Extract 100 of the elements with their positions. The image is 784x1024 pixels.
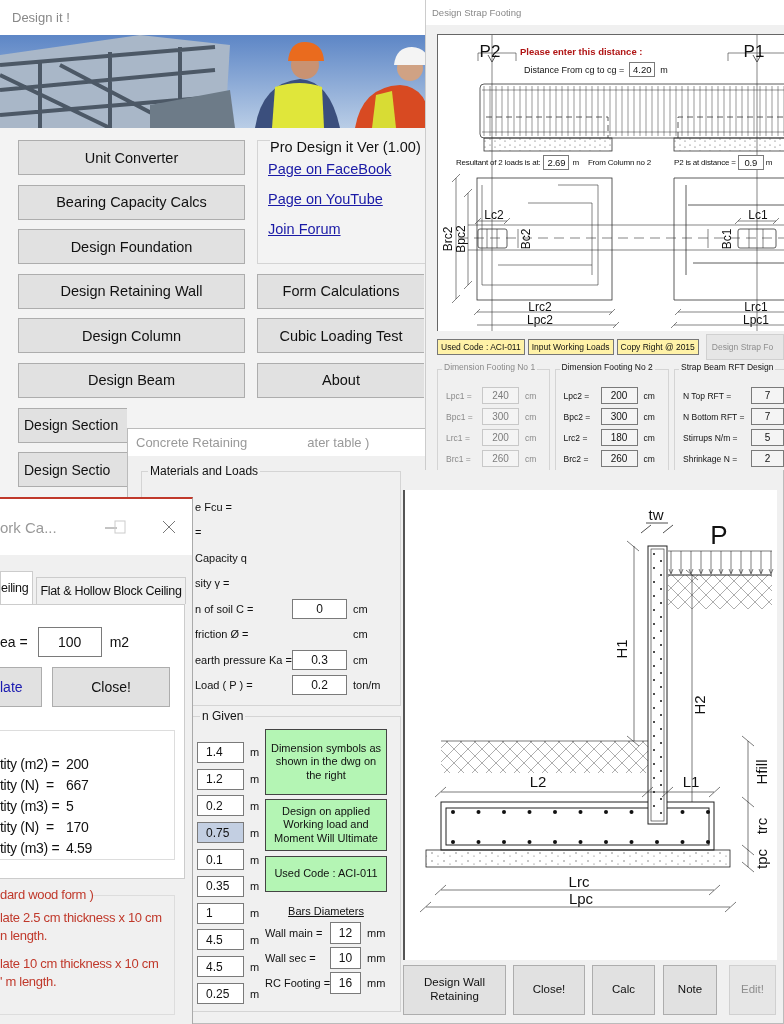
field-label: Stirrups N/m = xyxy=(682,432,739,443)
input-field[interactable]: 1.2 xyxy=(197,768,244,790)
input-field[interactable]: 7 xyxy=(751,408,784,425)
field-label: From Column no 2 xyxy=(587,158,651,167)
dimension-label: Lc2 xyxy=(484,208,504,222)
section-title: Bars Diameters xyxy=(288,905,364,917)
field-label: Brc2 = xyxy=(562,453,590,464)
menu-button[interactable]: Design Sectio xyxy=(18,452,127,488)
field-label: Capacity q xyxy=(195,551,248,564)
group-title: Dimension Footing No 1 xyxy=(442,362,538,372)
input-field[interactable]: 4.5 xyxy=(197,929,244,951)
field-label: Load ( P ) = xyxy=(195,679,254,692)
result-value: 5 xyxy=(66,797,74,814)
menu-button[interactable]: Design Section xyxy=(18,407,127,443)
load-label: P1 xyxy=(743,42,765,61)
unit-label: cm xyxy=(353,653,368,666)
field-label: = xyxy=(195,526,203,539)
tab[interactable]: Flat & Hollow Block Ceiling xyxy=(36,577,186,604)
unit-label: m xyxy=(250,880,260,893)
input-field[interactable]: 10 xyxy=(330,946,361,969)
input-field[interactable]: 1 xyxy=(197,902,244,924)
unit-label: m xyxy=(250,933,260,946)
input-field[interactable]: 300 xyxy=(600,408,638,425)
menu-button[interactable]: Design Foundation xyxy=(18,229,245,265)
result-label: tity (N) = xyxy=(0,818,55,835)
input-field[interactable]: 2 xyxy=(751,450,784,467)
menu-button[interactable]: Design Retaining Wall xyxy=(18,273,245,309)
input-field[interactable]: 0 xyxy=(292,598,347,619)
field-label: Lpc2 = xyxy=(562,390,591,401)
dimension-label: tw xyxy=(648,506,664,523)
input-field[interactable]: 0.2 xyxy=(292,675,347,696)
input-field[interactable]: 0.25 xyxy=(197,983,244,1005)
note-box: Used Code : ACI-011 xyxy=(265,856,387,892)
input-field[interactable]: 0.1 xyxy=(197,849,244,871)
result-label: tity (m3) = xyxy=(0,839,61,856)
tab[interactable]: eiling xyxy=(0,571,34,604)
field-label: Bpc1 = xyxy=(445,411,474,422)
input-field[interactable]: 0.3 xyxy=(292,649,347,670)
input-field[interactable]: 180 xyxy=(600,429,638,446)
field-label: e Fcu = xyxy=(195,500,233,513)
menu-button[interactable]: Form Calculations xyxy=(257,273,424,309)
link[interactable]: Join Forum xyxy=(268,221,341,237)
input-field[interactable]: 200 xyxy=(600,387,638,404)
input-field[interactable]: 0.9 xyxy=(737,155,764,170)
input-field[interactable]: 100 xyxy=(37,627,102,657)
field-label: RC Footing = xyxy=(265,976,330,989)
action-button[interactable]: late xyxy=(0,667,42,707)
input-field[interactable]: 7 xyxy=(751,387,784,404)
menu-button[interactable]: Design Beam xyxy=(18,362,245,398)
input-field[interactable]: 2.69 xyxy=(543,155,570,170)
unit-label: cm xyxy=(353,602,368,615)
dimension-label: trc xyxy=(753,817,770,835)
input-field[interactable]: 260 xyxy=(600,450,638,467)
group-title: n Given xyxy=(200,709,246,723)
unit-label: m xyxy=(250,907,260,920)
link[interactable]: Page on YouTube xyxy=(268,191,383,207)
group-title: Dimension Footing No 2 xyxy=(559,362,655,372)
menu-button[interactable]: Design Column xyxy=(18,318,245,354)
dimension-label: H2 xyxy=(691,695,708,715)
input-field[interactable]: 5 xyxy=(751,429,784,446)
load-label: P xyxy=(710,520,728,550)
dimension-label: tpc xyxy=(753,849,770,869)
unit-label: m xyxy=(250,800,260,812)
action-button[interactable]: Design Wall Retaining xyxy=(403,965,506,1015)
action-button[interactable]: Note xyxy=(663,965,717,1015)
dimension-label: Lpc xyxy=(568,890,594,907)
field-label: N Top RFT = xyxy=(682,390,733,401)
input-field[interactable]: 0.35 xyxy=(197,875,244,897)
unit-label: m xyxy=(250,853,260,866)
field-label: Lrc2 = xyxy=(562,432,589,443)
input-field[interactable]: 4.5 xyxy=(197,956,244,978)
input-field[interactable]: 1.4 xyxy=(197,741,244,763)
field-label: Distance From cg to cg = xyxy=(524,64,625,75)
action-button[interactable]: Calc xyxy=(592,965,655,1015)
menu-button[interactable]: Unit Converter xyxy=(18,140,245,175)
maximize-icon[interactable] xyxy=(114,520,126,534)
action-button[interactable]: Close! xyxy=(513,965,585,1015)
result-label: tity (N) = xyxy=(0,776,55,793)
input-field[interactable]: 16 xyxy=(330,971,361,994)
unit-label: cm xyxy=(525,453,537,464)
field-label: Lpc1 = xyxy=(445,390,473,401)
field-label: Resultant of 2 loads is at: xyxy=(456,158,541,167)
input-field[interactable]: 0.75 xyxy=(197,822,244,844)
field-label: Bpc2 = xyxy=(562,411,592,422)
unit-label: m xyxy=(250,987,260,1000)
load-label: P2 xyxy=(479,42,501,61)
menu-button[interactable]: Cubic Loading Test xyxy=(257,318,424,354)
menu-button[interactable]: About xyxy=(257,362,424,398)
window-title: ork Ca... xyxy=(0,519,57,536)
group-title: Strap Beam RFT Design xyxy=(679,362,776,372)
field-label: Wall sec = xyxy=(265,951,317,964)
input-field[interactable]: 0.2 xyxy=(197,795,244,817)
input-field[interactable]: 4.20 xyxy=(629,62,656,77)
menu-button[interactable]: Bearing Capacity Calcs xyxy=(18,184,245,220)
unit-label: ton/m xyxy=(353,679,381,692)
unit-label: cm xyxy=(525,390,537,401)
close-icon[interactable] xyxy=(162,520,176,534)
input-field[interactable]: 12 xyxy=(330,921,361,944)
action-button[interactable]: Close! xyxy=(52,667,170,707)
link[interactable]: Page on FaceBook xyxy=(268,161,392,177)
